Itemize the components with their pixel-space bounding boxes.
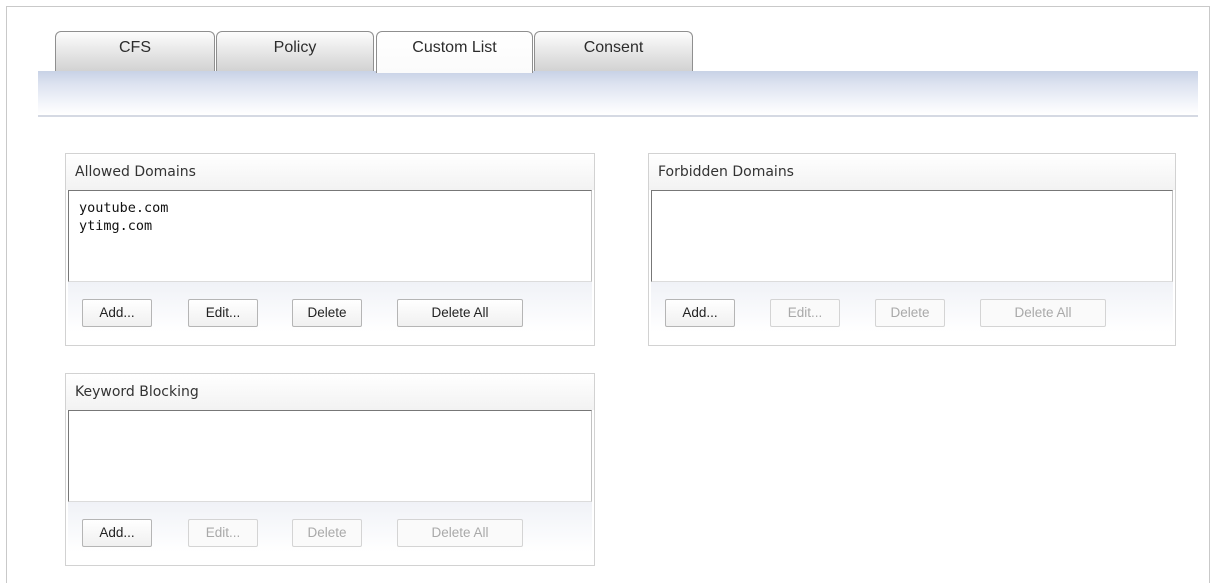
list-item[interactable]: youtube.com xyxy=(79,199,591,217)
keyword-delete-all-button[interactable]: Delete All xyxy=(397,519,523,547)
tab-cfs[interactable]: CFS xyxy=(55,31,215,71)
list-item[interactable]: ytimg.com xyxy=(79,217,591,235)
allowed-delete-all-button[interactable]: Delete All xyxy=(397,299,523,327)
forbidden-delete-button[interactable]: Delete xyxy=(875,299,945,327)
forbidden-edit-button[interactable]: Edit... xyxy=(770,299,840,327)
forbidden-domains-button-row: Add... Edit... Delete Delete All xyxy=(651,282,1173,332)
forbidden-delete-all-button[interactable]: Delete All xyxy=(980,299,1106,327)
allowed-delete-button[interactable]: Delete xyxy=(292,299,362,327)
forbidden-domains-panel: Forbidden Domains Add... Edit... Delete … xyxy=(648,153,1176,346)
keyword-blocking-panel: Keyword Blocking Add... Edit... Delete D… xyxy=(65,373,595,566)
tab-custom-list[interactable]: Custom List xyxy=(376,31,533,73)
tab-content-header xyxy=(38,71,1198,117)
keyword-blocking-list[interactable] xyxy=(68,410,592,502)
tab-consent[interactable]: Consent xyxy=(534,31,693,71)
allowed-edit-button[interactable]: Edit... xyxy=(188,299,258,327)
keyword-delete-button[interactable]: Delete xyxy=(292,519,362,547)
allowed-domains-title: Allowed Domains xyxy=(66,154,594,190)
allowed-domains-panel: Allowed Domains youtube.com ytimg.com Ad… xyxy=(65,153,595,346)
keyword-edit-button[interactable]: Edit... xyxy=(188,519,258,547)
allowed-add-button[interactable]: Add... xyxy=(82,299,152,327)
allowed-domains-button-row: Add... Edit... Delete Delete All xyxy=(68,282,592,332)
keyword-blocking-button-row: Add... Edit... Delete Delete All xyxy=(68,502,592,552)
forbidden-domains-list[interactable] xyxy=(651,190,1173,282)
forbidden-domains-title: Forbidden Domains xyxy=(649,154,1175,190)
keyword-blocking-title: Keyword Blocking xyxy=(66,374,594,410)
forbidden-add-button[interactable]: Add... xyxy=(665,299,735,327)
keyword-add-button[interactable]: Add... xyxy=(82,519,152,547)
tab-policy[interactable]: Policy xyxy=(216,31,374,71)
allowed-domains-list[interactable]: youtube.com ytimg.com xyxy=(68,190,592,282)
